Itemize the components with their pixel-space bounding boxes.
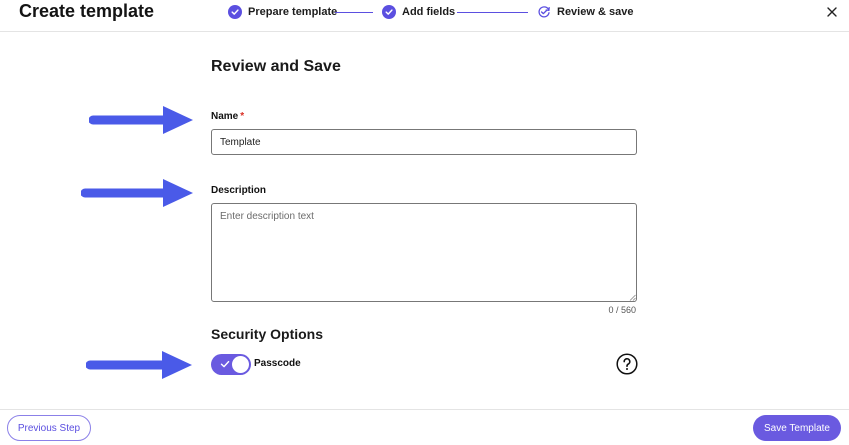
- section-title: Review and Save: [211, 58, 341, 75]
- close-icon[interactable]: [826, 5, 838, 17]
- name-input[interactable]: [211, 129, 637, 155]
- check-circle-icon: [228, 5, 242, 19]
- question-circle-icon[interactable]: [616, 353, 638, 375]
- footer-bar: Previous Step Save Template: [0, 409, 849, 445]
- check-icon: [220, 360, 230, 368]
- previous-step-button[interactable]: Previous Step: [7, 415, 91, 441]
- resize-grip-icon[interactable]: [629, 294, 636, 301]
- description-textarea[interactable]: [211, 203, 637, 302]
- step-review-save[interactable]: Review & save: [537, 4, 633, 20]
- passcode-toggle[interactable]: [211, 354, 251, 375]
- name-label: Name *: [211, 111, 244, 122]
- step-connector: [335, 12, 373, 13]
- step-prepare-template[interactable]: Prepare template: [228, 4, 337, 20]
- annotation-arrow-icon: [81, 179, 193, 207]
- required-marker: *: [240, 111, 245, 122]
- page-title: Create template: [19, 1, 155, 21]
- toggle-knob: [232, 356, 249, 373]
- header-bar: Create template Prepare template Add fie…: [0, 0, 849, 32]
- description-label: Description: [211, 185, 267, 196]
- passcode-label: Passcode: [254, 358, 301, 369]
- check-circle-icon: [382, 5, 396, 19]
- refresh-check-icon: [537, 5, 551, 19]
- save-template-button[interactable]: Save Template: [753, 415, 841, 441]
- annotation-arrow-icon: [86, 351, 192, 379]
- step-label: Add fields: [402, 6, 456, 18]
- name-label-text: Name: [211, 111, 239, 122]
- security-options-title: Security Options: [211, 326, 324, 342]
- step-connector: [457, 12, 528, 13]
- annotation-arrow-icon: [89, 106, 193, 134]
- step-add-fields[interactable]: Add fields: [382, 4, 455, 20]
- step-label: Prepare template: [248, 6, 338, 18]
- step-label: Review & save: [557, 6, 634, 18]
- character-counter: 0 / 560: [608, 305, 636, 315]
